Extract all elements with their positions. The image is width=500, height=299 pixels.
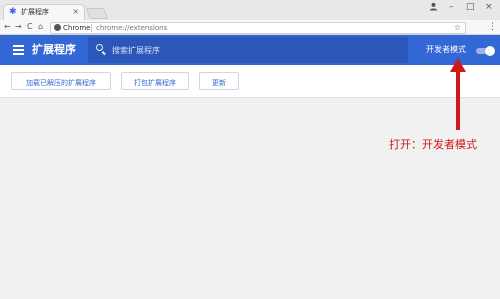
- omnibox-divider: [91, 24, 92, 32]
- developer-mode-label: 开发者模式: [426, 45, 466, 54]
- maximize-button[interactable]: □: [466, 2, 475, 12]
- annotation-arrow-icon: [450, 58, 466, 130]
- back-button[interactable]: ←: [4, 21, 11, 33]
- site-label: Chrome: [63, 24, 91, 32]
- page-title: 扩展程序: [32, 43, 76, 56]
- address-bar-row: ← → C ⌂ Chrome chrome://extensions ☆ ⋮: [0, 20, 500, 35]
- puzzle-piece-icon: ✱: [9, 7, 17, 17]
- url-text[interactable]: chrome://extensions: [96, 23, 167, 33]
- browser-menu-icon[interactable]: ⋮: [488, 21, 497, 33]
- search-icon: [96, 44, 103, 51]
- omnibox[interactable]: Chrome chrome://extensions ☆: [50, 22, 466, 34]
- new-tab-button[interactable]: [85, 8, 109, 19]
- forward-button[interactable]: →: [15, 21, 22, 33]
- bookmark-star-icon[interactable]: ☆: [454, 23, 461, 33]
- pack-extension-button[interactable]: 打包扩展程序: [121, 72, 189, 90]
- browser-tab[interactable]: ✱ 扩展程序 ×: [3, 4, 85, 20]
- minimize-button[interactable]: –: [449, 2, 454, 12]
- reload-button[interactable]: C: [27, 21, 33, 33]
- annotation-text: 打开：开发者模式: [389, 138, 477, 151]
- home-button[interactable]: ⌂: [38, 21, 43, 33]
- close-window-button[interactable]: ×: [485, 2, 493, 12]
- developer-action-bar: 加载已解压的扩展程序 打包扩展程序 更新: [0, 65, 500, 98]
- search-box[interactable]: [88, 37, 408, 63]
- developer-mode-toggle[interactable]: [474, 46, 495, 56]
- hamburger-menu-icon[interactable]: [13, 45, 24, 57]
- tab-close-icon[interactable]: ×: [72, 7, 79, 17]
- extensions-toolbar: 扩展程序 开发者模式: [0, 35, 500, 65]
- tab-title: 扩展程序: [21, 8, 49, 16]
- search-input[interactable]: [112, 43, 392, 57]
- user-profile-icon[interactable]: [429, 2, 438, 14]
- load-unpacked-button[interactable]: 加载已解压的扩展程序: [11, 72, 111, 90]
- chrome-site-icon: [54, 24, 61, 31]
- update-button[interactable]: 更新: [199, 72, 239, 90]
- browser-title-bar: ✱ 扩展程序 × – □ ×: [0, 0, 500, 20]
- toggle-knob: [485, 46, 495, 56]
